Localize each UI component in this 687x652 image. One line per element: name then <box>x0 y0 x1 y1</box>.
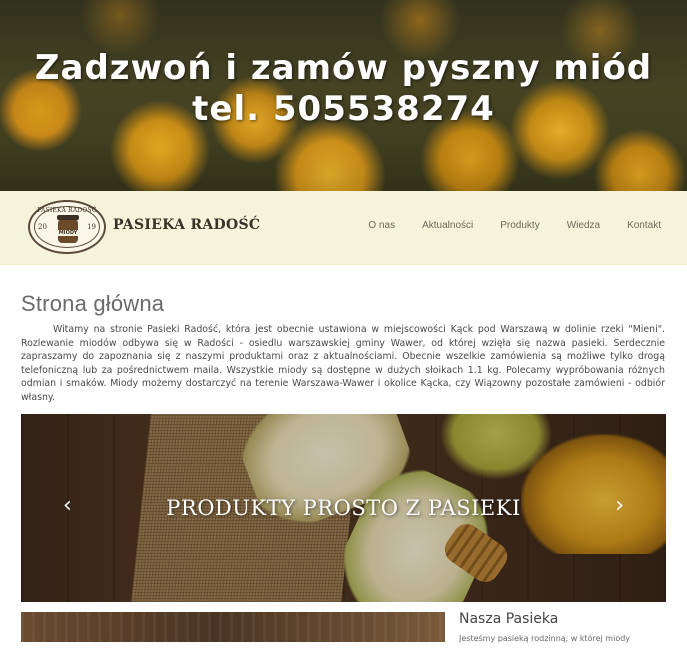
nav-item-o-nas[interactable]: O nas <box>368 220 395 231</box>
main-content: Strona główna Witamy na stronie Pasieki … <box>0 291 687 652</box>
nav-item-aktualnosci[interactable]: Aktualności <box>422 220 473 231</box>
nav-item-kontakt[interactable]: Kontakt <box>627 220 661 231</box>
section-title: Nasza Pasieka <box>459 611 559 627</box>
logo[interactable]: PASIEKA RADOŚĆ MIODY 20 19 <box>28 200 106 254</box>
section-image-bees <box>21 612 445 642</box>
chevron-left-icon[interactable]: ‹ <box>63 494 72 518</box>
section-text: Jesteśmy pasieką rodzinną, w której miod… <box>459 634 631 643</box>
header-navbar: PASIEKA RADOŚĆ MIODY 20 19 PASIEKA RADOŚ… <box>0 191 687 265</box>
logo-year-right: 19 <box>87 223 96 231</box>
page-title: Strona główna <box>21 291 165 316</box>
hero-phone: tel. 505538274 <box>192 89 495 129</box>
logo-arc-text: PASIEKA RADOŚĆ <box>37 207 97 214</box>
section-row: Nasza Pasieka Jesteśmy pasieką rodzinną,… <box>21 611 666 652</box>
chevron-right-icon[interactable]: › <box>615 494 624 518</box>
hero-banner: Zadzwoń i zamów pyszny miód tel. 5055382… <box>0 0 687 191</box>
logo-jar-label: MIODY <box>55 230 81 236</box>
nav-item-produkty[interactable]: Produkty <box>500 220 539 231</box>
hero-headline: Zadzwoń i zamów pyszny miód tel. 5055382… <box>0 48 687 130</box>
image-slider[interactable]: PRODUKTY PROSTO Z PASIEKI ‹ › <box>21 414 666 602</box>
intro-paragraph: Witamy na stronie Pasieki Radość, która … <box>21 324 665 403</box>
hero-line-1: Zadzwoń i zamów pyszny miód <box>34 48 653 88</box>
slide-caption: PRODUKTY PROSTO Z PASIEKI <box>166 496 521 520</box>
main-nav: O nas Aktualności Produkty Wiedza Kontak… <box>341 220 661 231</box>
brand-name[interactable]: PASIEKA RADOŚĆ <box>113 217 260 233</box>
nav-item-wiedza[interactable]: Wiedza <box>567 220 600 231</box>
logo-year-left: 20 <box>38 223 47 231</box>
